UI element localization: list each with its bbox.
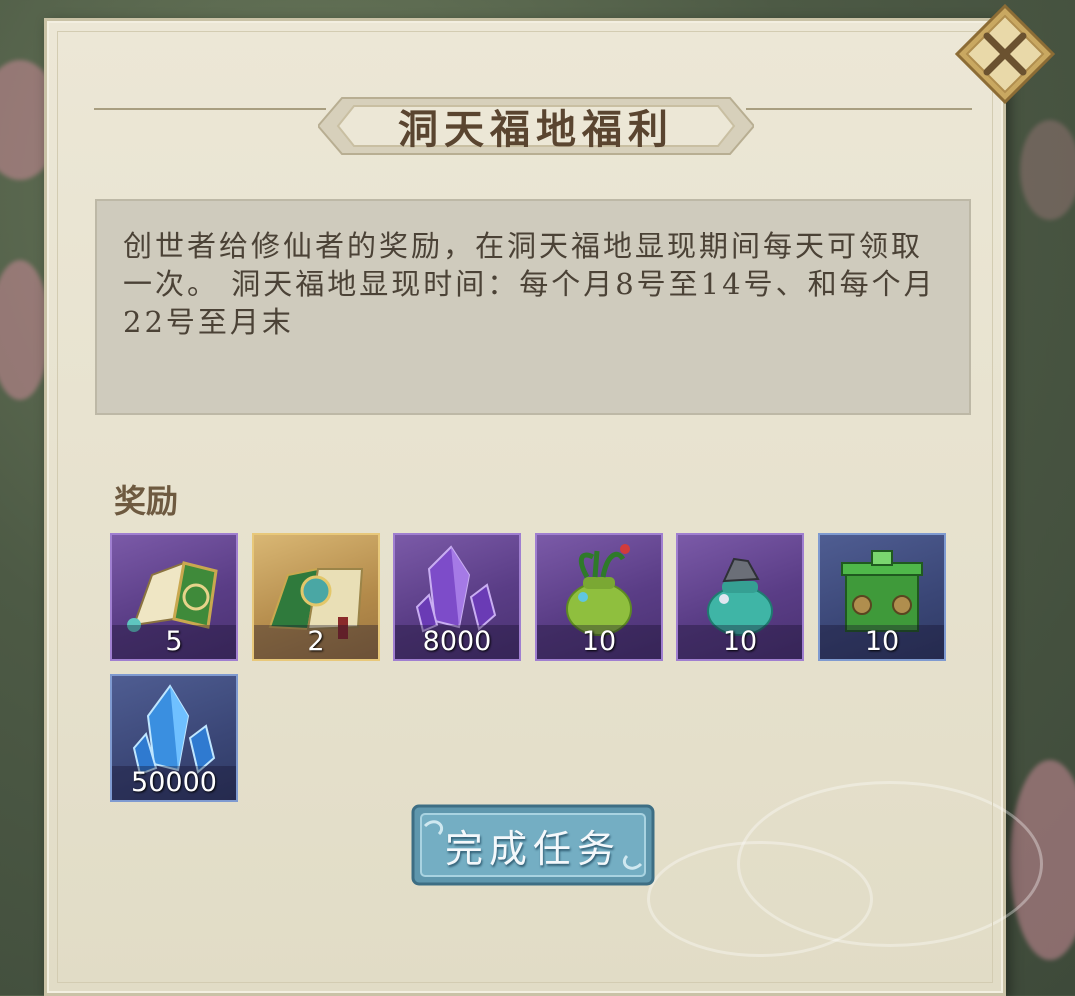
complete-task-label: 完成任务 [444,826,621,871]
description-box: 创世者给修仙者的奖励，在洞天福地显现期间每天可领取一次。 洞天福地显现时间：每个… [95,199,971,415]
title-divider-left [94,108,326,110]
title-plate: 洞天福地福利 [318,92,754,160]
title-divider-right [746,108,972,110]
reward-item-book[interactable]: 5 [110,533,238,661]
reward-count: 10 [820,625,944,659]
reward-item-herb-pouch[interactable]: 10 [535,533,663,661]
reward-count: 2 [254,625,378,659]
reward-item-map-scroll[interactable]: 2 [252,533,380,661]
description-text: 创世者给修仙者的奖励，在洞天福地显现期间每天可领取一次。 洞天福地显现时间：每个… [123,229,936,339]
reward-count: 50000 [112,766,236,800]
complete-task-button[interactable]: 完成任务 [411,804,655,886]
close-icon [954,3,1056,105]
reward-item-purple-crystal[interactable]: 8000 [393,533,521,661]
decorative-swirl [647,841,873,957]
reward-item-jade-chest[interactable]: 10 [818,533,946,661]
reward-item-ore-pouch[interactable]: 10 [676,533,804,661]
reward-count: 8000 [395,625,519,659]
reward-item-blue-crystal[interactable]: 50000 [110,674,238,802]
close-button[interactable] [953,2,1057,106]
rewards-label: 奖励 [114,482,179,520]
reward-count: 10 [537,625,661,659]
reward-count: 10 [678,625,802,659]
background-blossom [1020,120,1075,220]
reward-count: 5 [112,625,236,659]
background-blossom [0,260,50,400]
dialog-title: 洞天福地福利 [398,106,674,153]
